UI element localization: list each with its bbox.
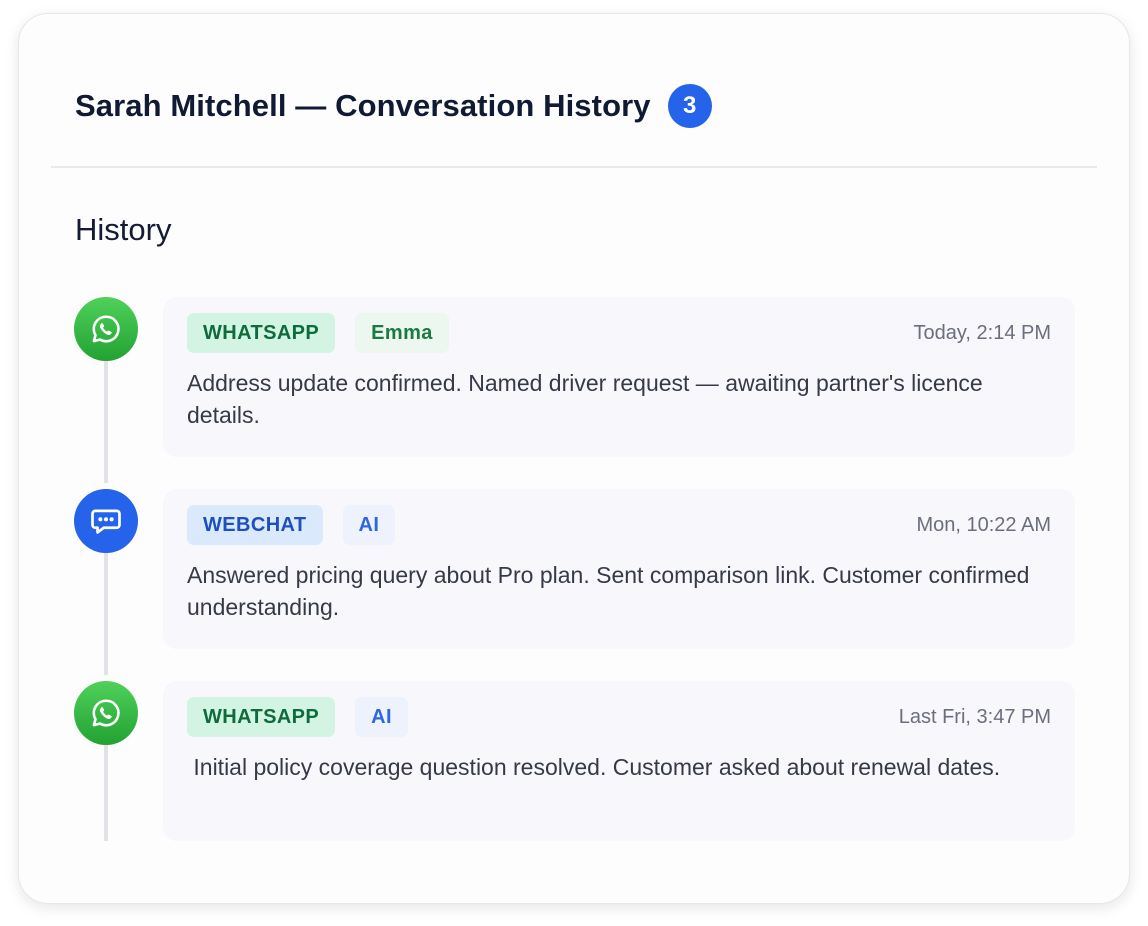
history-entry[interactable]: WHATSAPP AI Last Fri, 3:47 PM Initial po… [163,681,1075,841]
whatsapp-icon [74,297,138,361]
agent-badge: Emma [355,313,449,353]
history-section-title: History [75,212,172,247]
conversation-history-card: Sarah Mitchell — Conversation History 3 … [18,13,1130,904]
entry-timestamp: Mon, 10:22 AM [916,513,1051,536]
timeline-connector [104,553,108,675]
agent-badge: AI [342,505,396,545]
channel-badge: WHATSAPP [187,313,336,353]
entry-summary: Address update confirmed. Named driver r… [187,370,983,428]
header-divider [51,166,1097,168]
entry-timestamp: Today, 2:14 PM [913,321,1051,344]
history-entry[interactable]: WEBCHAT AI Mon, 10:22 AM Answered pricin… [163,489,1075,649]
whatsapp-icon [74,681,138,745]
conversation-count-badge: 3 [667,84,712,128]
entry-summary: Answered pricing query about Pro plan. S… [187,562,1030,620]
card-header: Sarah Mitchell — Conversation History 3 [75,84,712,128]
channel-badge: WEBCHAT [187,505,323,545]
entry-timestamp: Last Fri, 3:47 PM [898,705,1051,728]
entry-summary: Initial policy coverage question resolve… [187,754,1001,780]
timeline-connector [104,745,108,841]
channel-badge: WHATSAPP [187,697,336,737]
page-title: Sarah Mitchell — Conversation History [75,88,651,123]
history-entry[interactable]: WHATSAPP Emma Today, 2:14 PM Address upd… [163,297,1075,457]
timeline-connector [104,361,108,483]
agent-badge: AI [355,697,408,737]
chat-bubble-icon [74,489,138,553]
